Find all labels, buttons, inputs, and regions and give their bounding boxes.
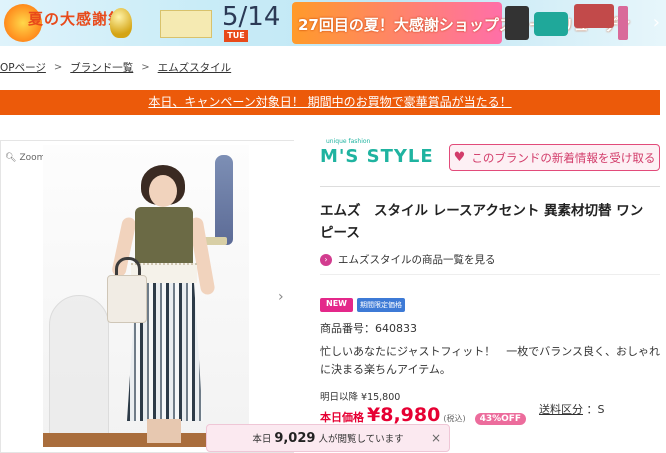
brand-logo[interactable]: unique fashion M'S STYLE: [320, 138, 434, 167]
today-price: 本日価格 ¥8,980 (税込) 43%OFF: [320, 404, 527, 426]
breadcrumb-brand-list[interactable]: ブランド一覧: [70, 60, 133, 75]
zoom-control[interactable]: 🔍︎ Zoom: [5, 153, 45, 163]
photo-model-face: [149, 175, 177, 207]
close-icon[interactable]: ×: [431, 431, 441, 445]
breadcrumb-top[interactable]: OPページ: [0, 60, 46, 75]
chevron-right-circle-icon: ›: [320, 253, 332, 266]
banner-date: 5/14 TUE: [214, 2, 286, 42]
toast-prefix: 本日: [252, 434, 272, 445]
follow-brand-label: このブランドの新着情報を受け取る: [471, 150, 656, 165]
product-thumb-icon: [534, 12, 568, 36]
photo-chair: [49, 295, 109, 445]
banner-date-number: 5/14: [222, 2, 281, 32]
gold-ornament-icon: [110, 8, 132, 38]
heart-icon: ♥: [453, 150, 466, 165]
photo-bag: [107, 275, 147, 323]
zoom-label: Zoom: [19, 153, 46, 163]
brand-logo-tagline: unique fashion: [326, 138, 371, 145]
photo-model-legs: [147, 419, 181, 443]
product-gallery: 🔍︎ Zoom ›: [0, 140, 294, 453]
today-price-label: 本日価格: [320, 411, 364, 424]
shipping-class-value: ：S: [586, 403, 605, 416]
tax-label: (税込): [443, 414, 466, 423]
breadcrumb-current[interactable]: エムズスタイル: [158, 60, 232, 75]
brand-items-link[interactable]: › エムズスタイルの商品一覧を見る: [320, 252, 496, 267]
gift-box-icon: [160, 10, 212, 38]
breadcrumb: OPページ > ブランド一覧 > エムズスタイル: [0, 58, 231, 76]
discount-badge: 43%OFF: [474, 413, 527, 425]
viewer-count: 9,029: [274, 430, 316, 446]
product-thumb-icon: [505, 6, 529, 40]
product-thumb-icon: [618, 6, 628, 40]
item-number: 商品番号：640833: [320, 322, 417, 335]
divider: [320, 186, 660, 187]
photo-vase: [215, 155, 233, 245]
shipping-class: 送料区分 ：S: [539, 401, 604, 417]
brand-logo-text: M'S STYLE: [320, 146, 434, 167]
campaign-bar[interactable]: 本日、キャンペーン対象日！ 期間中のお買物で豪華賞品が当たる！: [0, 90, 660, 115]
product-badges: NEW 期間限定価格: [320, 298, 405, 312]
campaign-link[interactable]: 本日、キャンペーン対象日！ 期間中のお買物で豪華賞品が当たる！: [148, 95, 511, 109]
product-detail: unique fashion M'S STYLE ♥ このブランドの新着情報を受…: [320, 138, 666, 453]
follow-brand-button[interactable]: ♥ このブランドの新着情報を受け取る: [449, 144, 660, 171]
magnifier-icon: 🔍︎: [5, 153, 17, 163]
regular-price: 明日以降 ¥15,800: [320, 392, 401, 403]
banner-next-icon[interactable]: ›: [653, 12, 660, 33]
brand-items-link-label: エムズスタイルの商品一覧を見る: [338, 254, 496, 266]
breadcrumb-separator: >: [141, 61, 150, 73]
limited-price-badge: 期間限定価格: [356, 298, 405, 312]
shipping-class-link[interactable]: 送料区分: [539, 403, 583, 416]
new-badge: NEW: [320, 298, 353, 312]
product-photo[interactable]: [43, 145, 249, 447]
product-title: エムズ スタイル レースアクセント 異素材切替 ワンピース: [320, 203, 644, 241]
today-price-amount: ¥8,980: [367, 404, 441, 426]
banner-weekday: TUE: [224, 30, 248, 42]
viewer-count-toast: 本日 9,029 人が閲覧しています ×: [206, 424, 450, 452]
toast-suffix: 人が閲覧しています: [318, 434, 404, 445]
product-thumb-icon: [574, 4, 614, 28]
chevron-right-icon[interactable]: ›: [278, 289, 284, 305]
product-description: 忙しいあなたにジャストフィット！ 一枚でバランス良く、おしゃれに決まる楽ちんアイ…: [320, 345, 661, 376]
photo-model-top: [135, 207, 193, 269]
top-banner[interactable]: 夏の大感謝祭 5/14 TUE 27回目の夏！大感謝ショップスターバリューディ …: [0, 0, 666, 46]
breadcrumb-separator: >: [53, 61, 63, 73]
divider: [320, 274, 660, 275]
